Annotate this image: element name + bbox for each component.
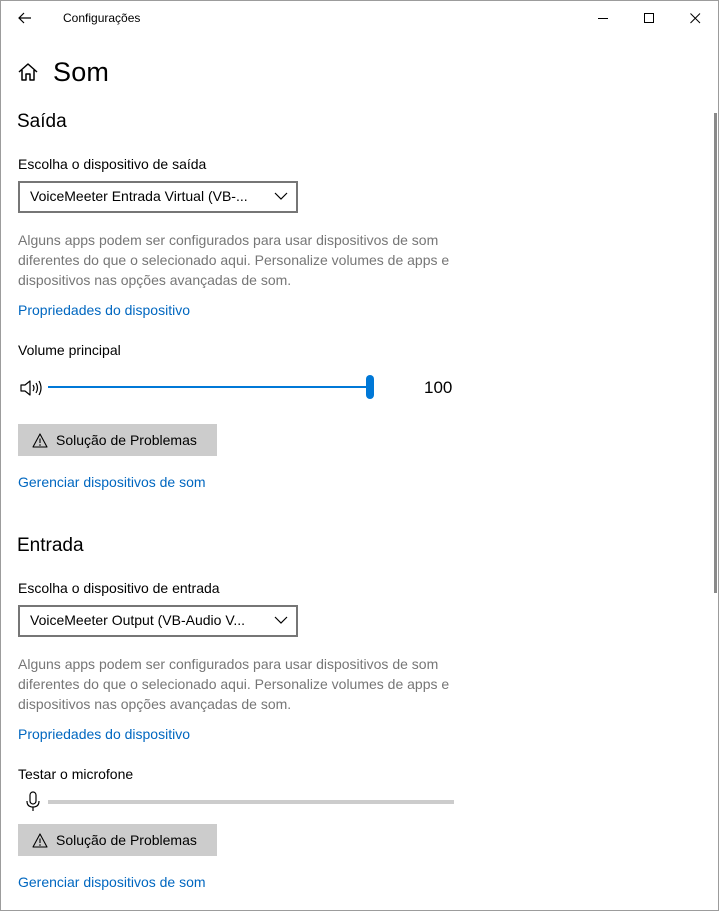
chevron-down-icon <box>274 616 288 624</box>
volume-slider-fill <box>48 386 370 388</box>
input-section-title: Entrada <box>17 535 84 556</box>
input-device-label: Escolha o dispositivo de entrada <box>18 580 220 596</box>
maximize-icon <box>643 12 654 23</box>
input-device-dropdown[interactable]: VoiceMeeter Output (VB-Audio V... <box>18 605 298 637</box>
page-header: Som <box>1 35 718 97</box>
volume-label: Volume principal <box>18 342 121 358</box>
volume-slider[interactable] <box>48 375 374 399</box>
input-troubleshoot-button[interactable]: Solução de Problemas <box>18 824 217 856</box>
output-troubleshoot-label: Solução de Problemas <box>56 432 197 448</box>
warning-icon <box>32 432 48 448</box>
volume-value: 100 <box>424 378 453 397</box>
warning-icon <box>32 832 48 848</box>
back-button[interactable] <box>9 3 41 33</box>
input-description: Alguns apps podem ser configurados para … <box>18 656 450 712</box>
minimize-icon <box>597 17 608 19</box>
volume-slider-thumb[interactable] <box>366 375 374 399</box>
maximize-button[interactable] <box>626 1 672 35</box>
output-device-dropdown[interactable]: VoiceMeeter Entrada Virtual (VB-... <box>18 181 298 213</box>
mic-level-meter <box>48 800 454 804</box>
mic-test-label: Testar o microfone <box>18 766 134 782</box>
home-icon[interactable] <box>17 61 39 83</box>
settings-content: Saída Escolha o dispositivo de saída Voi… <box>1 97 713 910</box>
close-button[interactable] <box>672 1 718 35</box>
output-device-label: Escolha o dispositivo de saída <box>18 156 207 172</box>
scrollbar-thumb[interactable] <box>714 113 717 593</box>
speaker-icon[interactable] <box>19 378 43 403</box>
title-bar: Configurações <box>1 1 718 35</box>
close-icon <box>689 12 700 23</box>
output-description: Alguns apps podem ser configurados para … <box>18 232 450 288</box>
input-manage-devices-link[interactable]: Gerenciar dispositivos de som <box>18 874 206 890</box>
output-manage-devices-link[interactable]: Gerenciar dispositivos de som <box>18 474 206 490</box>
minimize-button[interactable] <box>580 1 626 35</box>
output-device-value: VoiceMeeter Entrada Virtual (VB-... <box>30 188 248 204</box>
input-troubleshoot-label: Solução de Problemas <box>56 832 197 848</box>
chevron-down-icon <box>274 192 288 200</box>
output-properties-link[interactable]: Propriedades do dispositivo <box>18 302 190 318</box>
page-title: Som <box>53 57 110 87</box>
input-device-value: VoiceMeeter Output (VB-Audio V... <box>30 612 246 628</box>
back-arrow-icon <box>18 12 31 24</box>
output-troubleshoot-button[interactable]: Solução de Problemas <box>18 424 217 456</box>
microphone-icon <box>25 791 41 818</box>
output-section-title: Saída <box>17 111 67 132</box>
window-title: Configurações <box>63 11 141 25</box>
input-properties-link[interactable]: Propriedades do dispositivo <box>18 726 190 742</box>
settings-window: Configurações Som Saída Escolha o dispos… <box>0 0 719 911</box>
